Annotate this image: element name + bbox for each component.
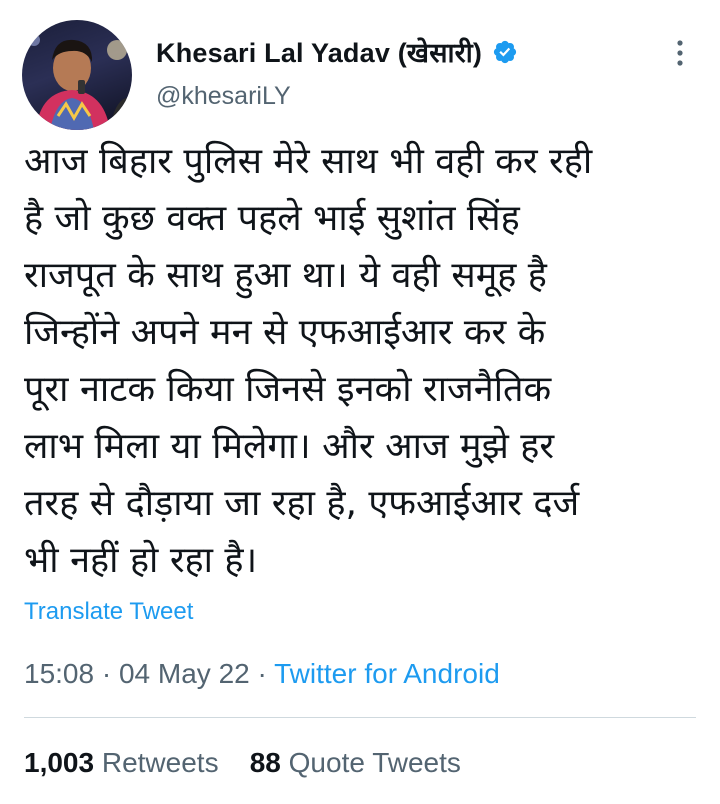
- retweets-label: Retweets: [101, 747, 219, 778]
- more-options-button[interactable]: [670, 38, 690, 68]
- tweet-text-line: लाभ मिला या मिलेगा। और आज मुझे हर: [24, 426, 555, 467]
- tweet-time[interactable]: 15:08: [24, 658, 94, 689]
- tweet-text-line: तरह से दौड़ाया जा रहा है, एफआईआर दर्ज: [24, 483, 580, 524]
- retweets-count: 1,003: [24, 747, 95, 778]
- tweet-source-link[interactable]: Twitter for Android: [274, 658, 500, 689]
- retweets-stat[interactable]: 1,003 Retweets: [24, 747, 226, 778]
- quote-tweets-stat[interactable]: 88 Quote Tweets: [250, 747, 461, 778]
- tweet-text-line: जिन्होंने अपने मन से एफआईआर कर के: [24, 312, 546, 353]
- verified-badge-icon: [493, 40, 517, 63]
- tweet-stats: 1,003 Retweets 88 Quote Tweets: [24, 747, 461, 779]
- avatar[interactable]: [22, 20, 132, 130]
- tweet-text-line: राजपूत के साथ हुआ था। ये वही समूह है: [24, 255, 547, 296]
- tweet-meta: 15:08 · 04 May 22 · Twitter for Android: [24, 658, 500, 690]
- divider: [24, 717, 696, 718]
- tweet-text-line: भी नहीं हो रहा है।: [24, 540, 258, 581]
- tweet-text: आज बिहार पुलिस मेरे साथ भी वही कर रही है…: [24, 133, 700, 589]
- quote-tweets-label: Quote Tweets: [288, 747, 461, 778]
- tweet-text-line: पूरा नाटक किया जिनसे इनको राजनैतिक: [24, 369, 552, 410]
- author-row: Khesari Lal Yadav (खेसारी): [156, 33, 518, 70]
- meta-separator: ·: [101, 658, 112, 689]
- avatar-photo-icon: [28, 34, 132, 130]
- translate-tweet-link[interactable]: Translate Tweet: [24, 598, 193, 626]
- more-vertical-icon: [677, 40, 683, 66]
- quote-tweets-count: 88: [249, 747, 281, 778]
- tweet-text-line: है जो कुछ वक्त पहले भाई सुशांत सिंह: [24, 198, 520, 239]
- author-name[interactable]: Khesari Lal Yadav (खेसारी): [156, 33, 482, 70]
- tweet-date[interactable]: 04 May 22: [119, 658, 250, 689]
- tweet-text-line: आज बिहार पुलिस मेरे साथ भी वही कर रही: [24, 141, 593, 182]
- author-handle[interactable]: @khesariLY: [156, 82, 291, 111]
- meta-separator: ·: [257, 658, 267, 689]
